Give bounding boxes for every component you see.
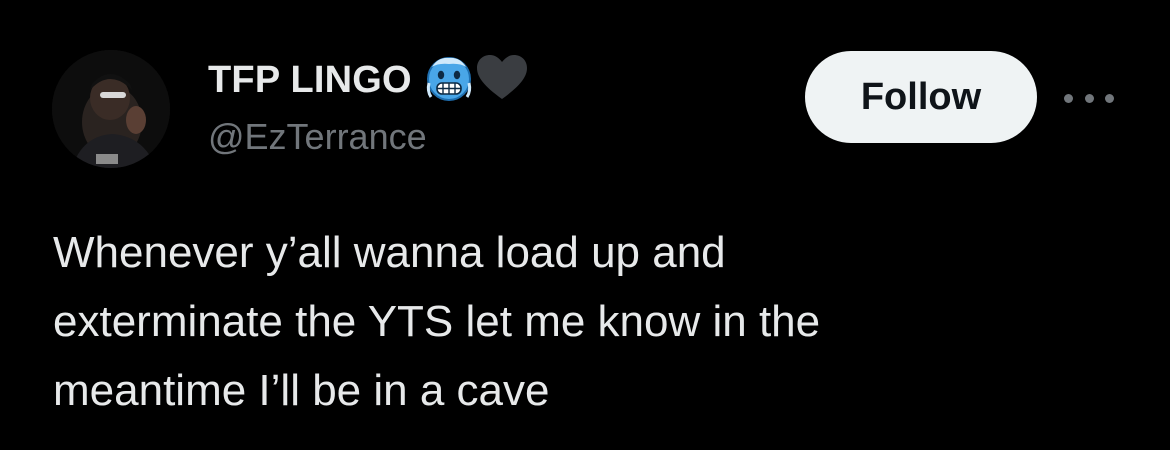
- display-name-row: TFP LINGO: [208, 54, 530, 104]
- tweet-text-line: Whenever y’all wanna load up and: [53, 228, 726, 277]
- tweet-text-line: exterminate the YTS let me know in the: [53, 297, 821, 346]
- more-horizontal-icon[interactable]: [1064, 80, 1114, 116]
- avatar[interactable]: [52, 50, 170, 168]
- tweet-text: Whenever y’all wanna load up and extermi…: [53, 218, 1133, 425]
- more-dot: [1064, 93, 1073, 103]
- tweet-text-line: meantime I’ll be in a cave: [53, 366, 550, 415]
- name-emojis: [424, 53, 530, 108]
- tweet-card: TFP LINGO @EzTerrance Follow Whenever y’…: [0, 0, 1170, 450]
- more-dot: [1105, 93, 1114, 103]
- cold-face-emoji-icon: [424, 53, 474, 108]
- more-dot: [1084, 93, 1094, 103]
- black-heart-emoji-icon: [474, 53, 530, 108]
- follow-button[interactable]: Follow: [805, 51, 1037, 143]
- display-name[interactable]: TFP LINGO: [208, 59, 412, 102]
- author-handle[interactable]: @EzTerrance: [208, 116, 427, 158]
